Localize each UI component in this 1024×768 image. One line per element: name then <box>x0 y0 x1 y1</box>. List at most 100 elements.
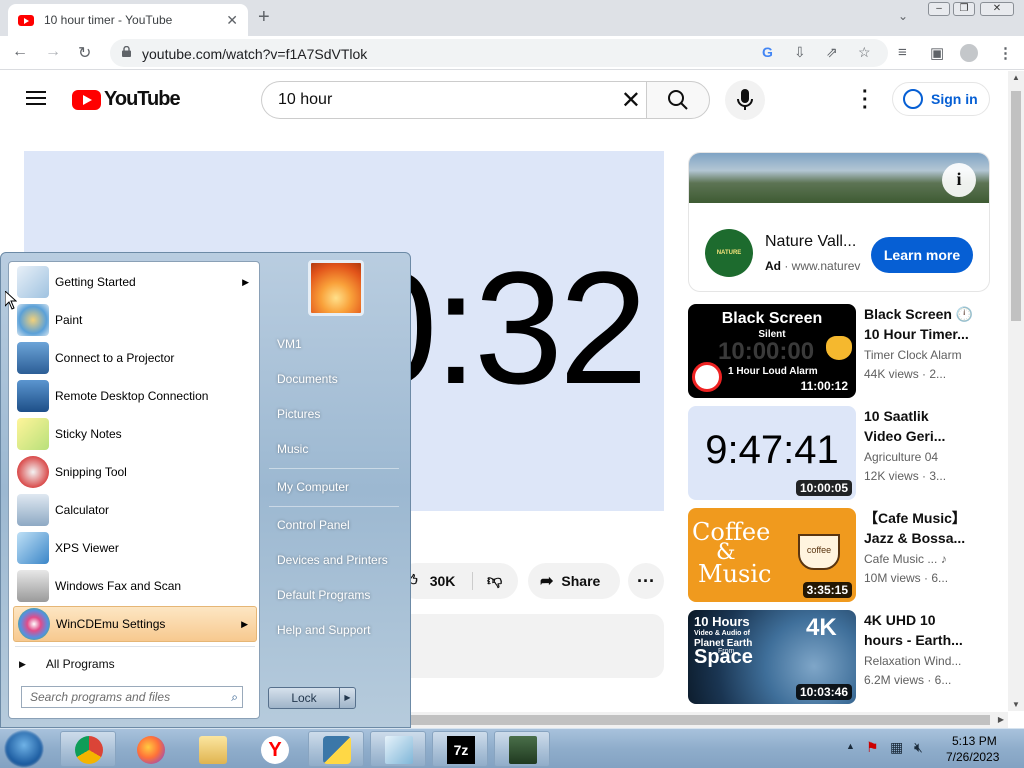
start-link-help-support[interactable]: Help and Support <box>277 623 370 637</box>
tab-search-chevron-icon[interactable]: ⌄ <box>898 9 908 23</box>
video-thumbnail[interactable]: Coffee & Music coffee 3:35:15 <box>688 508 856 602</box>
more-actions-button[interactable]: ··· <box>628 563 664 599</box>
learn-more-button[interactable]: Learn more <box>871 237 973 273</box>
start-item-getting-started[interactable]: Getting Started ▶ <box>13 264 257 300</box>
start-item-snipping-tool[interactable]: Snipping Tool <box>13 454 257 490</box>
media-controls-icon[interactable]: ≡ <box>898 44 907 61</box>
user-picture[interactable] <box>308 260 364 316</box>
bookmark-star-icon[interactable]: ☆ <box>858 44 871 61</box>
action-center-flag-icon[interactable]: ⚑ <box>866 739 879 756</box>
recommended-video[interactable]: 9:47:41 10:00:05 10 Saatlik Video Geri...… <box>688 406 990 500</box>
clock-time[interactable]: 5:13 PM <box>952 734 997 748</box>
start-item-xps-viewer[interactable]: XPS Viewer <box>13 530 257 566</box>
profile-avatar-icon[interactable] <box>960 44 978 62</box>
start-link-vm1[interactable]: VM1 <box>277 337 302 351</box>
settings-kebab-icon[interactable]: · · · <box>862 82 869 118</box>
side-panel-icon[interactable]: ▣ <box>930 44 944 62</box>
lock-button[interactable]: Lock ▶ <box>268 687 356 709</box>
recommended-video[interactable]: 10 Hours Video & Audio of Planet Earth F… <box>688 610 990 704</box>
all-programs-button[interactable]: ▶ All Programs <box>19 652 115 676</box>
reload-icon[interactable]: ↻ <box>78 43 91 63</box>
dislike-button[interactable]: 👎︎ <box>472 572 502 590</box>
like-button[interactable]: 👍︎ 30K <box>402 572 472 590</box>
start-link-my-computer[interactable]: My Computer <box>277 480 349 494</box>
taskbar-firefox[interactable] <box>122 731 178 767</box>
taskbar-7zip[interactable]: 7z <box>432 731 488 767</box>
start-item-connect-projector[interactable]: Connect to a Projector <box>13 340 257 376</box>
taskbar-notepad[interactable] <box>370 731 426 767</box>
start-button-windows-logo-icon[interactable] <box>4 730 44 768</box>
taskbar-yandex[interactable]: Y <box>246 731 302 767</box>
sign-in-button[interactable]: Sign in <box>892 82 990 116</box>
recommended-video[interactable]: Black Screen Silent 10:00:00 1 Hour Loud… <box>688 304 990 398</box>
youtube-logo[interactable]: YouTube <box>72 88 181 111</box>
url-text[interactable]: youtube.com/watch?v=f1A7SdVTlok <box>142 46 367 62</box>
video-title[interactable]: 4K UHD 10 hours - Earth... <box>864 610 974 650</box>
browser-tab[interactable]: 10 hour timer - YouTube ✕ <box>8 4 248 36</box>
address-bar[interactable]: youtube.com/watch?v=f1A7SdVTlok G ⇩ ⇗ ☆ <box>110 39 888 67</box>
video-thumbnail[interactable]: Black Screen Silent 10:00:00 1 Hour Loud… <box>688 304 856 398</box>
horizontal-scrollbar[interactable]: ▶ <box>410 712 1008 728</box>
taskbar-explorer[interactable] <box>184 731 240 767</box>
ad-title[interactable]: Nature Vall... <box>765 233 856 251</box>
share-button[interactable]: ➦ Share <box>528 563 620 599</box>
video-thumbnail[interactable]: 10 Hours Video & Audio of Planet Earth F… <box>688 610 856 704</box>
video-thumbnail[interactable]: 9:47:41 10:00:05 <box>688 406 856 500</box>
video-title[interactable]: 10 Saatlik Video Geri... <box>864 406 974 446</box>
search-button[interactable] <box>646 81 710 119</box>
volume-muted-icon[interactable]: 🔇︎ <box>914 739 923 756</box>
browser-menu-icon[interactable]: ⋮ <box>998 44 1013 62</box>
tab-close-icon[interactable]: ✕ <box>226 12 238 29</box>
scroll-right-icon[interactable]: ▶ <box>998 715 1004 724</box>
start-link-control-panel[interactable]: Control Panel <box>277 518 350 532</box>
start-item-paint[interactable]: Paint <box>13 302 257 338</box>
scroll-up-icon[interactable]: ▲ <box>1012 73 1020 82</box>
search-value[interactable]: 10 hour <box>278 91 332 109</box>
video-title[interactable]: Black Screen 🕛 10 Hour Timer... <box>864 304 974 344</box>
share-page-icon[interactable]: ⇗ <box>826 44 838 61</box>
hamburger-menu-icon[interactable] <box>26 91 46 105</box>
google-translate-icon[interactable]: G <box>762 44 773 60</box>
start-item-wincdemu-settings[interactable]: WinCDEmu Settings ▶ <box>13 606 257 642</box>
scrollbar-thumb[interactable] <box>1011 91 1021 321</box>
channel-name[interactable]: Relaxation Wind... <box>864 654 961 668</box>
start-item-sticky-notes[interactable]: Sticky Notes <box>13 416 257 452</box>
search-input[interactable]: 10 hour ✕ <box>261 81 647 119</box>
scroll-down-icon[interactable]: ▼ <box>1012 700 1020 709</box>
recommended-video[interactable]: Coffee & Music coffee 3:35:15 【Cafe Musi… <box>688 508 990 602</box>
back-arrow-icon[interactable]: ← <box>12 43 28 61</box>
taskbar-python[interactable] <box>308 731 364 767</box>
channel-name[interactable]: Timer Clock Alarm <box>864 348 962 362</box>
ad-info-icon[interactable]: i <box>942 163 976 197</box>
start-item-remote-desktop[interactable]: Remote Desktop Connection <box>13 378 257 414</box>
sidebar-ad[interactable]: i NATURE VALLEY Nature Vall... Ad · www.… <box>688 152 990 292</box>
show-hidden-icons-icon[interactable]: ▲ <box>846 741 855 751</box>
channel-name[interactable]: Cafe Music ... ♪ <box>864 552 947 566</box>
start-link-devices-printers[interactable]: Devices and Printers <box>277 553 388 567</box>
search-icon[interactable]: ⌕ <box>231 690 238 705</box>
start-item-calculator[interactable]: Calculator <box>13 492 257 528</box>
shutdown-options-arrow-icon[interactable]: ▶ <box>339 688 355 708</box>
channel-name[interactable]: Agriculture 04 <box>864 450 938 464</box>
scrollbar-thumb[interactable] <box>410 715 990 725</box>
start-link-pictures[interactable]: Pictures <box>277 407 320 421</box>
start-link-music[interactable]: Music <box>277 442 308 456</box>
video-title[interactable]: 【Cafe Music】 Jazz & Bossa... <box>864 508 974 548</box>
taskbar-network-app[interactable] <box>494 731 550 767</box>
vertical-scrollbar[interactable]: ▲ ▼ <box>1008 71 1024 711</box>
clear-search-icon[interactable]: ✕ <box>621 86 641 115</box>
close-window-button[interactable]: ✕ <box>980 2 1014 16</box>
taskbar-chrome[interactable] <box>60 731 116 767</box>
network-tray-icon[interactable]: ▦ <box>890 739 903 756</box>
forward-arrow-icon[interactable]: → <box>45 43 61 61</box>
new-tab-icon[interactable]: + <box>258 6 270 29</box>
install-app-icon[interactable]: ⇩ <box>794 44 806 61</box>
restore-button[interactable]: ❐ <box>953 2 975 16</box>
clock-date[interactable]: 7/26/2023 <box>946 750 999 764</box>
start-item-fax-scan[interactable]: Windows Fax and Scan <box>13 568 257 604</box>
start-link-default-programs[interactable]: Default Programs <box>277 588 370 602</box>
minimize-button[interactable]: – <box>928 2 950 16</box>
voice-search-button[interactable] <box>725 80 765 120</box>
start-search-input[interactable]: Search programs and files ⌕ <box>21 686 243 708</box>
start-link-documents[interactable]: Documents <box>277 372 338 386</box>
